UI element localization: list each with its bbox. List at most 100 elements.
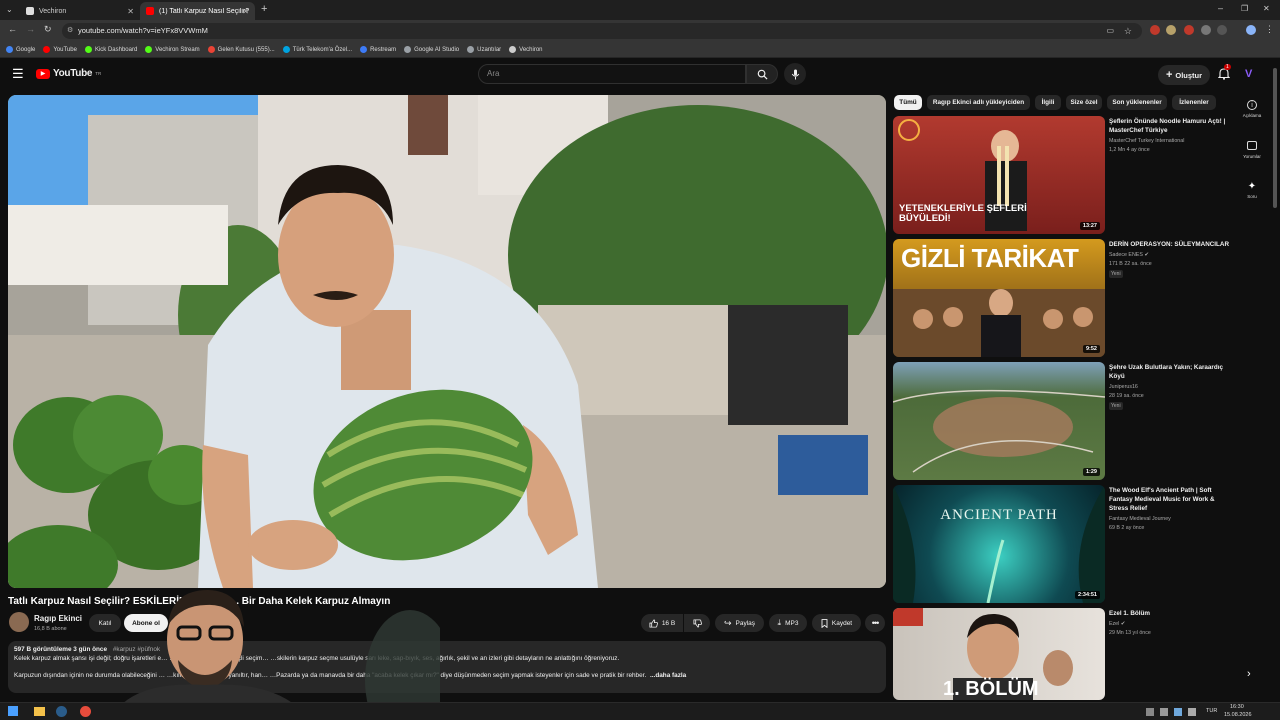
create-button[interactable]: + Oluştur bbox=[1158, 65, 1210, 85]
recommendation-channel[interactable]: Juniperus16 bbox=[1109, 384, 1138, 390]
recommendation-item[interactable]: ANCIENT PATH 2:34:51 The Wood Elf's Anci… bbox=[893, 485, 1233, 603]
minimize-icon[interactable]: – bbox=[1218, 3, 1223, 13]
reload-icon[interactable]: ↻ bbox=[44, 24, 52, 35]
search-input[interactable]: Ara bbox=[478, 64, 746, 84]
taskbar: TUR 16:30 15.08.2026 bbox=[0, 702, 1280, 720]
youtube-icon bbox=[43, 46, 51, 53]
clock-time[interactable]: 16:30 bbox=[1230, 704, 1244, 710]
share-button[interactable]: ↪ Paylaş bbox=[715, 614, 764, 632]
video-thumbnail[interactable]: YETENEKLERİYLE ŞEFLERİ BÜYÜLEDİ! 13:27 bbox=[893, 116, 1105, 234]
back-icon[interactable]: ← bbox=[8, 24, 17, 34]
tray-icon[interactable] bbox=[1174, 708, 1182, 716]
chip-recently-uploaded[interactable]: Son yüklenenler bbox=[1107, 95, 1167, 110]
recommendation-title[interactable]: Şehre Uzak Bulutlara Yakın; Karaardıç Kö… bbox=[1109, 363, 1231, 381]
tray-icon[interactable] bbox=[1146, 708, 1154, 716]
search-button[interactable] bbox=[746, 64, 778, 84]
like-button[interactable]: 16 B bbox=[641, 614, 683, 632]
language-indicator[interactable]: TUR bbox=[1206, 708, 1217, 714]
video-thumbnail[interactable]: 1:29 bbox=[893, 362, 1105, 480]
recommendation-title[interactable]: The Wood Elf's Ancient Path | Soft Fanta… bbox=[1109, 486, 1231, 513]
recommendation-meta: 171 B 22 sa. önce bbox=[1109, 261, 1152, 267]
voice-search-button[interactable] bbox=[784, 63, 806, 85]
url-field[interactable]: ⚙ youtube.com/watch?v=ieYFx8VVWmM ▭ ☆ bbox=[62, 23, 1142, 39]
bookmark-google-ai-studio[interactable]: Google AI Studio bbox=[404, 46, 459, 53]
cast-icon[interactable]: ▭ bbox=[1106, 23, 1114, 39]
bookmark-restream[interactable]: Restream bbox=[360, 46, 396, 53]
hamburger-menu-icon[interactable]: ☰ bbox=[12, 66, 24, 82]
dislike-button[interactable] bbox=[684, 614, 710, 632]
bookmark-gmail[interactable]: Gelen Kutusu (555)... bbox=[207, 46, 275, 53]
chip-for-you[interactable]: Size özel bbox=[1066, 95, 1102, 110]
show-more-link[interactable]: ...daha fazla bbox=[650, 672, 686, 679]
bookmark-youtube[interactable]: YouTube bbox=[43, 46, 77, 53]
forward-icon[interactable]: → bbox=[26, 24, 35, 34]
chip-all[interactable]: Tümü bbox=[894, 95, 922, 110]
browser-icon[interactable] bbox=[80, 706, 91, 717]
clock-date[interactable]: 15.08.2026 bbox=[1224, 712, 1252, 718]
recommendation-item[interactable]: 1. BÖLÜM Ezel 1. Bölüm Ezel ✔ 29 Mn 13 y… bbox=[893, 608, 1233, 700]
recommendation-item[interactable]: GİZLİ TARİKAT 9:52 DERİN OPERASYON: SÜLE… bbox=[893, 239, 1233, 357]
tray-icon[interactable] bbox=[1160, 708, 1168, 716]
extension-icon[interactable] bbox=[1201, 25, 1211, 35]
kick-icon bbox=[84, 46, 92, 53]
video-thumbnail[interactable]: GİZLİ TARİKAT 9:52 bbox=[893, 239, 1105, 357]
recommendation-channel[interactable]: MasterChef Turkey International bbox=[1109, 138, 1184, 144]
windows-start-icon[interactable] bbox=[8, 706, 18, 716]
bookmark-vechiron[interactable]: Vechiron bbox=[509, 46, 543, 53]
chip-from-uploader[interactable]: Ragıp Ekinci adlı yükleyiciden bbox=[927, 95, 1030, 110]
more-actions-button[interactable]: ••• bbox=[865, 614, 885, 632]
recommendation-item[interactable]: 1:29 Şehre Uzak Bulutlara Yakın; Karaard… bbox=[893, 362, 1233, 480]
tab-vechiron[interactable]: Vechiron ✕ bbox=[20, 2, 140, 20]
speaker-icon[interactable] bbox=[1188, 708, 1196, 716]
close-window-icon[interactable]: ✕ bbox=[1263, 4, 1270, 13]
next-arrow-icon[interactable]: › bbox=[1247, 668, 1251, 680]
notifications-button[interactable]: 1 bbox=[1217, 64, 1231, 85]
bookmark-star-icon[interactable]: ☆ bbox=[1124, 23, 1132, 39]
chip-related[interactable]: İlgili bbox=[1035, 95, 1061, 110]
side-panel-comments[interactable]: Yorumlar bbox=[1238, 141, 1266, 159]
channel-name[interactable]: Ragıp Ekinci bbox=[34, 614, 82, 623]
video-duration: 2:34:51 bbox=[1075, 591, 1100, 599]
bookmark-vechiron-stream[interactable]: Vechiron Stream bbox=[145, 46, 200, 53]
recommendation-title[interactable]: Ezel 1. Bölüm bbox=[1109, 609, 1231, 618]
restore-icon[interactable]: ❐ bbox=[1241, 4, 1248, 13]
new-tab-icon[interactable]: + bbox=[261, 3, 267, 15]
side-panel-ask[interactable]: ✦ Soru bbox=[1238, 181, 1266, 199]
bookmark-turk-telekom[interactable]: Türk Telekom'a Özel... bbox=[282, 46, 352, 53]
video-thumbnail[interactable]: 1. BÖLÜM bbox=[893, 608, 1105, 700]
channel-avatar[interactable] bbox=[9, 612, 29, 632]
menu-kebab-icon[interactable]: ⋮ bbox=[1265, 24, 1274, 35]
youtube-logo[interactable]: ▶ YouTube TR bbox=[36, 68, 101, 79]
video-thumbnail[interactable]: ANCIENT PATH 2:34:51 bbox=[893, 485, 1105, 603]
close-icon[interactable]: ✕ bbox=[127, 7, 134, 16]
extension-icon[interactable] bbox=[1166, 25, 1176, 35]
mp3-button[interactable]: ⤓ MP3 bbox=[769, 614, 807, 632]
account-avatar-icon[interactable]: V bbox=[1245, 68, 1252, 80]
extension-icon[interactable] bbox=[1150, 25, 1160, 35]
search-icon bbox=[757, 69, 768, 80]
close-icon[interactable]: ✕ bbox=[242, 7, 249, 16]
profile-avatar-icon[interactable] bbox=[1246, 25, 1256, 35]
puzzle-extensions-icon[interactable] bbox=[1217, 25, 1227, 35]
recommendation-title[interactable]: Şeflerin Önünde Noodle Hamuru Açtı! | Ma… bbox=[1109, 117, 1231, 135]
video-player[interactable] bbox=[8, 95, 886, 588]
bookmark-google[interactable]: Google bbox=[6, 46, 35, 53]
bookmark-uzantilar[interactable]: Uzantılar bbox=[467, 46, 501, 53]
file-explorer-icon[interactable] bbox=[34, 707, 45, 716]
extension-icon[interactable] bbox=[1184, 25, 1194, 35]
recommendation-item[interactable]: YETENEKLERİYLE ŞEFLERİ BÜYÜLEDİ! 13:27 Ş… bbox=[893, 116, 1233, 234]
chip-watched[interactable]: İzlenenler bbox=[1172, 95, 1216, 110]
save-button[interactable]: Kaydet bbox=[812, 614, 861, 632]
recommendation-channel[interactable]: Sadece ENES ✔ bbox=[1109, 252, 1149, 258]
recommendation-channel[interactable]: Ezel ✔ bbox=[1109, 621, 1125, 627]
recommendation-title[interactable]: DERİN OPERASYON: SÜLEYMANCILAR bbox=[1109, 240, 1231, 249]
tab-youtube[interactable]: (1) Tatlı Karpuz Nasıl Seçilir? ES… ✕ bbox=[140, 2, 255, 20]
recommendation-channel[interactable]: Fantasy Medieval Journey bbox=[1109, 516, 1171, 522]
steam-icon[interactable] bbox=[56, 706, 67, 717]
side-panel-description[interactable]: i Açıklama bbox=[1238, 100, 1266, 118]
bookmark-kick-dashboard[interactable]: Kick Dashboard bbox=[84, 46, 137, 53]
scrollbar[interactable] bbox=[1273, 68, 1277, 208]
site-info-icon[interactable]: ⚙ bbox=[67, 23, 73, 39]
tab-search-icon[interactable]: ⌄ bbox=[6, 5, 13, 14]
turk-telekom-icon bbox=[282, 46, 290, 53]
